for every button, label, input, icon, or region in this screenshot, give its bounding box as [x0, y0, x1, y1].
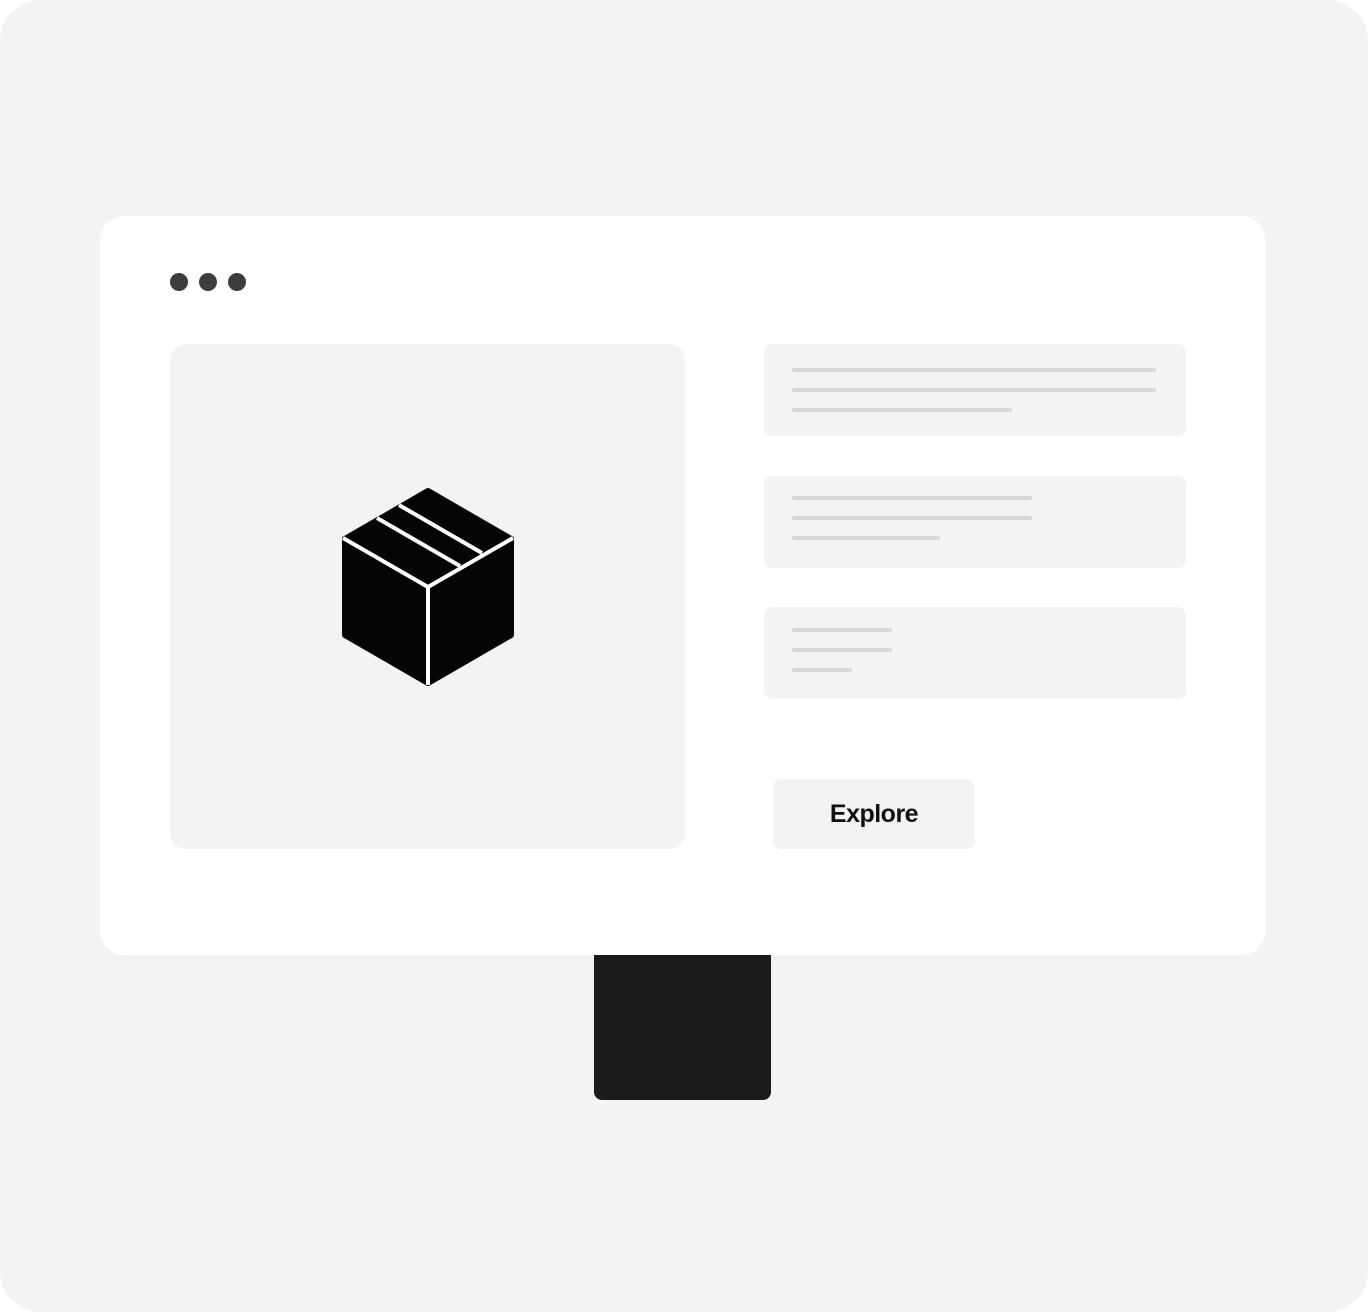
placeholder-line	[792, 628, 892, 632]
text-placeholder-card	[764, 607, 1186, 699]
package-box-icon	[342, 488, 514, 686]
browser-window: Explore	[100, 216, 1265, 955]
placeholder-line	[792, 516, 1032, 520]
placeholder-line	[792, 668, 852, 672]
window-dot-icon[interactable]	[199, 273, 217, 291]
window-dot-icon[interactable]	[170, 273, 188, 291]
monitor-stand	[594, 940, 771, 1100]
placeholder-line	[792, 368, 1156, 372]
window-dot-icon[interactable]	[228, 273, 246, 291]
placeholder-line	[792, 388, 1156, 392]
placeholder-line	[792, 536, 940, 540]
text-placeholder-card	[764, 344, 1186, 436]
explore-button[interactable]: Explore	[773, 779, 975, 849]
text-placeholder-card	[764, 476, 1186, 568]
placeholder-line	[792, 496, 1032, 500]
placeholder-line	[792, 408, 1012, 412]
placeholder-line	[792, 648, 892, 652]
product-image-panel	[170, 344, 685, 849]
window-controls	[170, 273, 246, 291]
